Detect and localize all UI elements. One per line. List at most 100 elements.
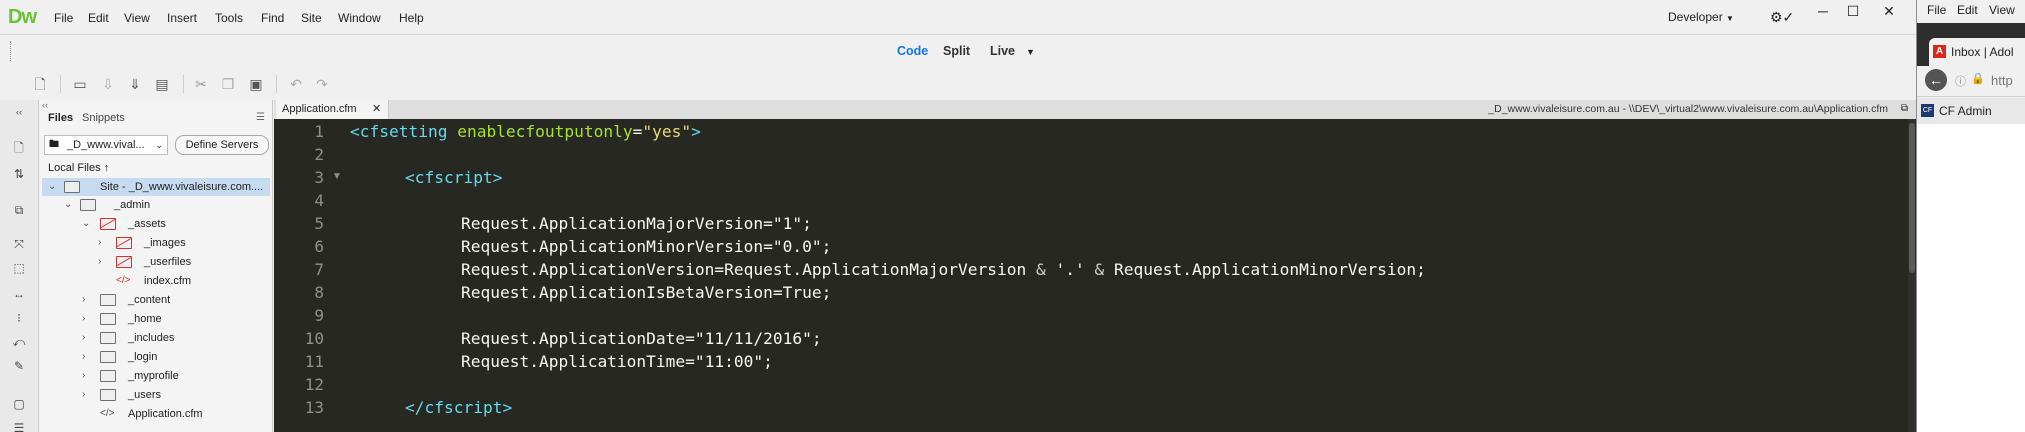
line-number: 1 bbox=[314, 122, 324, 141]
format-source-icon[interactable]: ☰ bbox=[11, 420, 27, 432]
tree-row-myprofile[interactable]: › _myprofile bbox=[42, 367, 270, 385]
fold-toggle-icon[interactable]: ▼ bbox=[332, 171, 342, 182]
cut-icon[interactable]: ✂ bbox=[193, 76, 209, 92]
site-select[interactable]: 🖿 _D_www.vival... ⌄ bbox=[44, 135, 168, 155]
split-view-button[interactable]: Split bbox=[943, 44, 970, 58]
live-view-button[interactable]: Live bbox=[990, 44, 1015, 58]
tree-row-index[interactable]: </> index.cfm bbox=[42, 272, 270, 290]
code-view-button[interactable]: Code bbox=[897, 44, 928, 58]
redo-icon[interactable]: ↷ bbox=[314, 76, 330, 92]
browser-menu-edit[interactable]: Edit bbox=[1957, 3, 1978, 17]
line-numbers-icon[interactable]: ⁝ bbox=[11, 310, 27, 326]
document-tab-label: Application.cfm bbox=[282, 103, 357, 115]
chevron-down-icon[interactable]: ▼ bbox=[1026, 47, 1035, 57]
tree-row-application[interactable]: </> Application.cfm bbox=[42, 405, 270, 423]
tree-label: _userfiles bbox=[144, 256, 192, 268]
panel-collapse-icon[interactable]: ‹‹ bbox=[42, 100, 48, 110]
workspace-switcher[interactable]: Developer ▼ bbox=[1668, 10, 1734, 24]
folder-icon bbox=[100, 389, 116, 401]
info-icon[interactable]: ⓘ bbox=[1955, 73, 1966, 89]
tree-row-login[interactable]: › _login bbox=[42, 348, 270, 366]
select-parent-icon[interactable]: ⬚ bbox=[11, 260, 27, 276]
save-icon[interactable]: ⇓ bbox=[127, 76, 143, 92]
chevron-down-icon: ⌄ bbox=[48, 181, 57, 192]
minimize-button[interactable]: ─ bbox=[1808, 0, 1838, 22]
define-servers-button[interactable]: Define Servers bbox=[175, 135, 269, 155]
live-code-icon[interactable]: ⧉ bbox=[11, 202, 27, 218]
collapse-icon[interactable]: ‹‹ bbox=[11, 104, 27, 120]
files-panel: ‹‹ Files Snippets ☰ 🖿 _D_www.vival... ⌄ … bbox=[40, 100, 273, 432]
folder-icon bbox=[100, 370, 116, 382]
tree-label: index.cfm bbox=[144, 275, 192, 287]
menu-insert[interactable]: Insert bbox=[167, 11, 197, 25]
tree-row-home[interactable]: › _home bbox=[42, 310, 270, 328]
document-tab-bar: Application.cfm ✕ _D_www.vivaleisure.com… bbox=[274, 100, 1916, 119]
menu-site[interactable]: Site bbox=[301, 11, 322, 25]
folder-icon bbox=[100, 313, 116, 325]
file-management-icon[interactable]: ⇅ bbox=[11, 166, 27, 182]
menu-tools[interactable]: Tools bbox=[215, 11, 243, 25]
tree-row-content[interactable]: › _content bbox=[42, 291, 270, 309]
restore-document-icon[interactable]: ⧉ bbox=[1901, 103, 1908, 114]
editor-scrollbar[interactable] bbox=[1908, 119, 1916, 432]
undo-icon[interactable]: ↶ bbox=[288, 76, 304, 92]
tree-label: _users bbox=[128, 389, 162, 401]
print-icon[interactable]: ▤ bbox=[154, 76, 170, 92]
folder-icon bbox=[100, 351, 116, 363]
wrap-tag-icon[interactable]: ⤺ bbox=[11, 334, 27, 350]
local-files-header: Local Files ↑ bbox=[48, 162, 110, 174]
line-number-gutter: 1 2 3 ▼ 4 5 6 7 8 9 10 11 12 13 bbox=[274, 119, 342, 432]
syntax-error-icon[interactable]: ✎ bbox=[11, 358, 27, 374]
adobe-icon: A bbox=[1933, 45, 1946, 58]
comment-icon[interactable]: ▢ bbox=[11, 396, 27, 412]
balance-braces-icon[interactable]: ↔ bbox=[11, 286, 27, 302]
browser-menu-view[interactable]: View bbox=[1989, 3, 2015, 17]
panel-menu-icon[interactable]: ☰ bbox=[256, 112, 265, 123]
browser-content bbox=[1917, 124, 2025, 432]
menu-edit[interactable]: Edit bbox=[88, 11, 109, 25]
tab-snippets[interactable]: Snippets bbox=[82, 112, 125, 124]
tree-row-users[interactable]: › _users bbox=[42, 386, 270, 404]
line-number: 3 bbox=[314, 168, 324, 187]
browser-menu-file[interactable]: File bbox=[1927, 3, 1946, 17]
tree-row-assets[interactable]: ⌄ _assets bbox=[42, 215, 270, 233]
bookmarks-bar: CF CF Admin bbox=[1917, 98, 2025, 124]
tree-row-userfiles[interactable]: › _userfiles bbox=[42, 253, 270, 271]
address-input[interactable]: http bbox=[1991, 73, 2013, 88]
line-number: 12 bbox=[304, 375, 324, 394]
tab-files[interactable]: Files bbox=[48, 112, 73, 124]
expand-all-icon[interactable]: ⤧ bbox=[11, 236, 27, 252]
copy-icon[interactable]: ❐ bbox=[220, 76, 236, 92]
menu-file[interactable]: File bbox=[54, 11, 73, 25]
restore-button[interactable]: ☐ bbox=[1838, 0, 1868, 22]
code-editor[interactable]: 1 2 3 ▼ 4 5 6 7 8 9 10 11 12 13 <cfsetti… bbox=[274, 119, 1916, 432]
close-tab-icon[interactable]: ✕ bbox=[372, 100, 381, 119]
tree-row-images[interactable]: › _images bbox=[42, 234, 270, 252]
chevron-right-icon: › bbox=[82, 332, 86, 343]
open-documents-icon[interactable]: 🗋 bbox=[11, 140, 27, 156]
scrollbar-thumb[interactable] bbox=[1909, 123, 1915, 273]
close-button[interactable]: ✕ bbox=[1874, 0, 1904, 22]
document-path: _D_www.vivaleisure.com.au - \\DEV\_virtu… bbox=[1488, 103, 1888, 115]
tree-row-includes[interactable]: › _includes bbox=[42, 329, 270, 347]
menu-window[interactable]: Window bbox=[338, 11, 381, 25]
lock-icon: 🔒 bbox=[1971, 73, 1985, 85]
back-arrow-icon[interactable]: ← bbox=[1925, 69, 1947, 91]
bookmark-cf-admin[interactable]: CF Admin bbox=[1939, 104, 1992, 118]
chevron-down-icon: ⌄ bbox=[64, 199, 73, 210]
menu-help[interactable]: Help bbox=[399, 11, 424, 25]
tree-row-site[interactable]: ⌄ Site - _D_www.vivaleisure.com.... bbox=[42, 178, 270, 196]
paste-icon[interactable]: ▣ bbox=[248, 76, 264, 92]
new-document-icon[interactable]: 🗋 bbox=[32, 76, 48, 92]
tree-row-admin[interactable]: ⌄ _admin bbox=[42, 196, 270, 214]
line-number: 4 bbox=[314, 191, 324, 210]
gear-icon[interactable]: ⚙✓ bbox=[1770, 9, 1794, 26]
line-number: 2 bbox=[314, 145, 324, 164]
get-files-icon[interactable]: ⇩ bbox=[100, 76, 116, 92]
browser-tab[interactable]: A Inbox | Adol bbox=[1929, 38, 2025, 67]
open-folder-icon[interactable]: ▭ bbox=[72, 76, 88, 92]
document-tab[interactable]: Application.cfm ✕ bbox=[276, 100, 389, 119]
menu-view[interactable]: View bbox=[124, 11, 150, 25]
menu-find[interactable]: Find bbox=[261, 11, 284, 25]
toolbar-divider bbox=[183, 75, 184, 93]
